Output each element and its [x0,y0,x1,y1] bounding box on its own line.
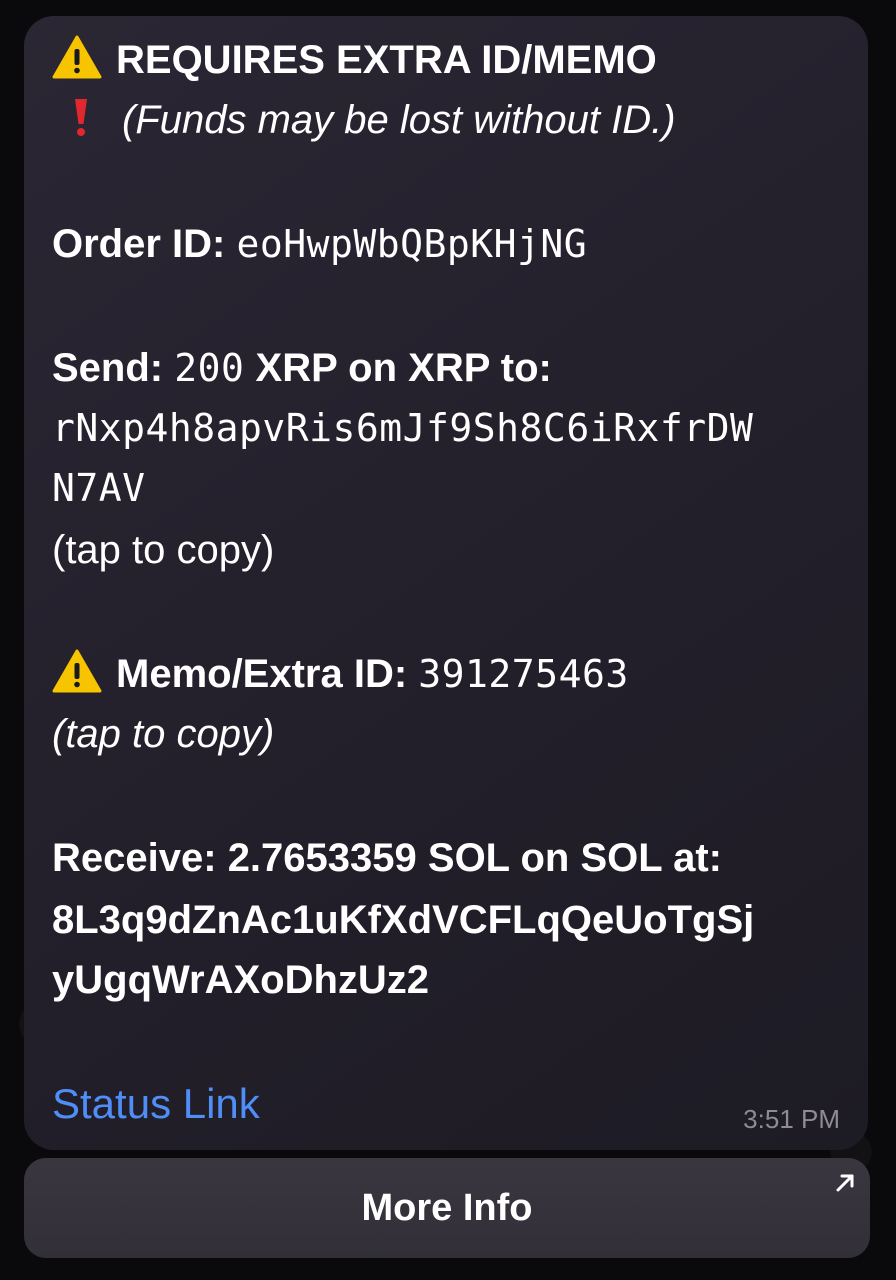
receive-address-line-1: 8L3q9dZnAc1uKfXdVCFLqQeUoTgSj [52,898,755,942]
send-address-line-1[interactable]: rNxp4h8apvRis6mJf9Sh8C6iRxfrDW [52,398,848,458]
order-id-line: Order ID: eoHwpWbQBpKHjNG [52,214,848,274]
more-info-button[interactable]: More Info [24,1158,870,1258]
receive-line: Receive: 2.7653359 SOL on SOL at: [52,828,848,888]
warning-icon [52,649,102,693]
send-label: Send: [52,346,164,390]
warning-icon [52,35,102,79]
status-link[interactable]: Status Link [52,1074,260,1134]
warning-title-line: REQUIRES EXTRA ID/MEMO [52,30,848,90]
send-amount: 200 [174,346,245,390]
memo-value[interactable]: 391275463 [418,652,628,696]
memo-line: Memo/Extra ID: 391275463 [52,644,848,704]
warning-note: (Funds may be lost without ID.) [122,98,676,142]
warning-title: REQUIRES EXTRA ID/MEMO [116,38,657,82]
more-info-label: More Info [361,1186,533,1229]
order-id-label: Order ID: [52,222,226,266]
external-link-icon [836,1174,854,1192]
warning-note-line: (Funds may be lost without ID.) [52,90,848,150]
message-timestamp: 3:51 PM [743,1104,840,1134]
send-address-line-2[interactable]: N7AV [52,458,848,518]
memo-label: Memo/Extra ID: [116,652,408,696]
exclamation-icon [75,99,87,136]
receive-label: Receive: [52,836,217,880]
tap-to-copy-send[interactable]: (tap to copy) [52,520,848,580]
tap-to-copy-memo[interactable]: (tap to copy) [52,704,848,764]
order-id-value[interactable]: eoHwpWbQBpKHjNG [236,222,587,266]
receive-address-line-2: yUgqWrAXoDhzUz2 [52,958,430,1002]
send-details: XRP on XRP to: [255,346,552,390]
message-bubble: REQUIRES EXTRA ID/MEMO (Funds may be los… [24,16,868,1150]
receive-details: 2.7653359 SOL on SOL at: [227,836,722,880]
send-line: Send: 200 XRP on XRP to: [52,338,848,398]
